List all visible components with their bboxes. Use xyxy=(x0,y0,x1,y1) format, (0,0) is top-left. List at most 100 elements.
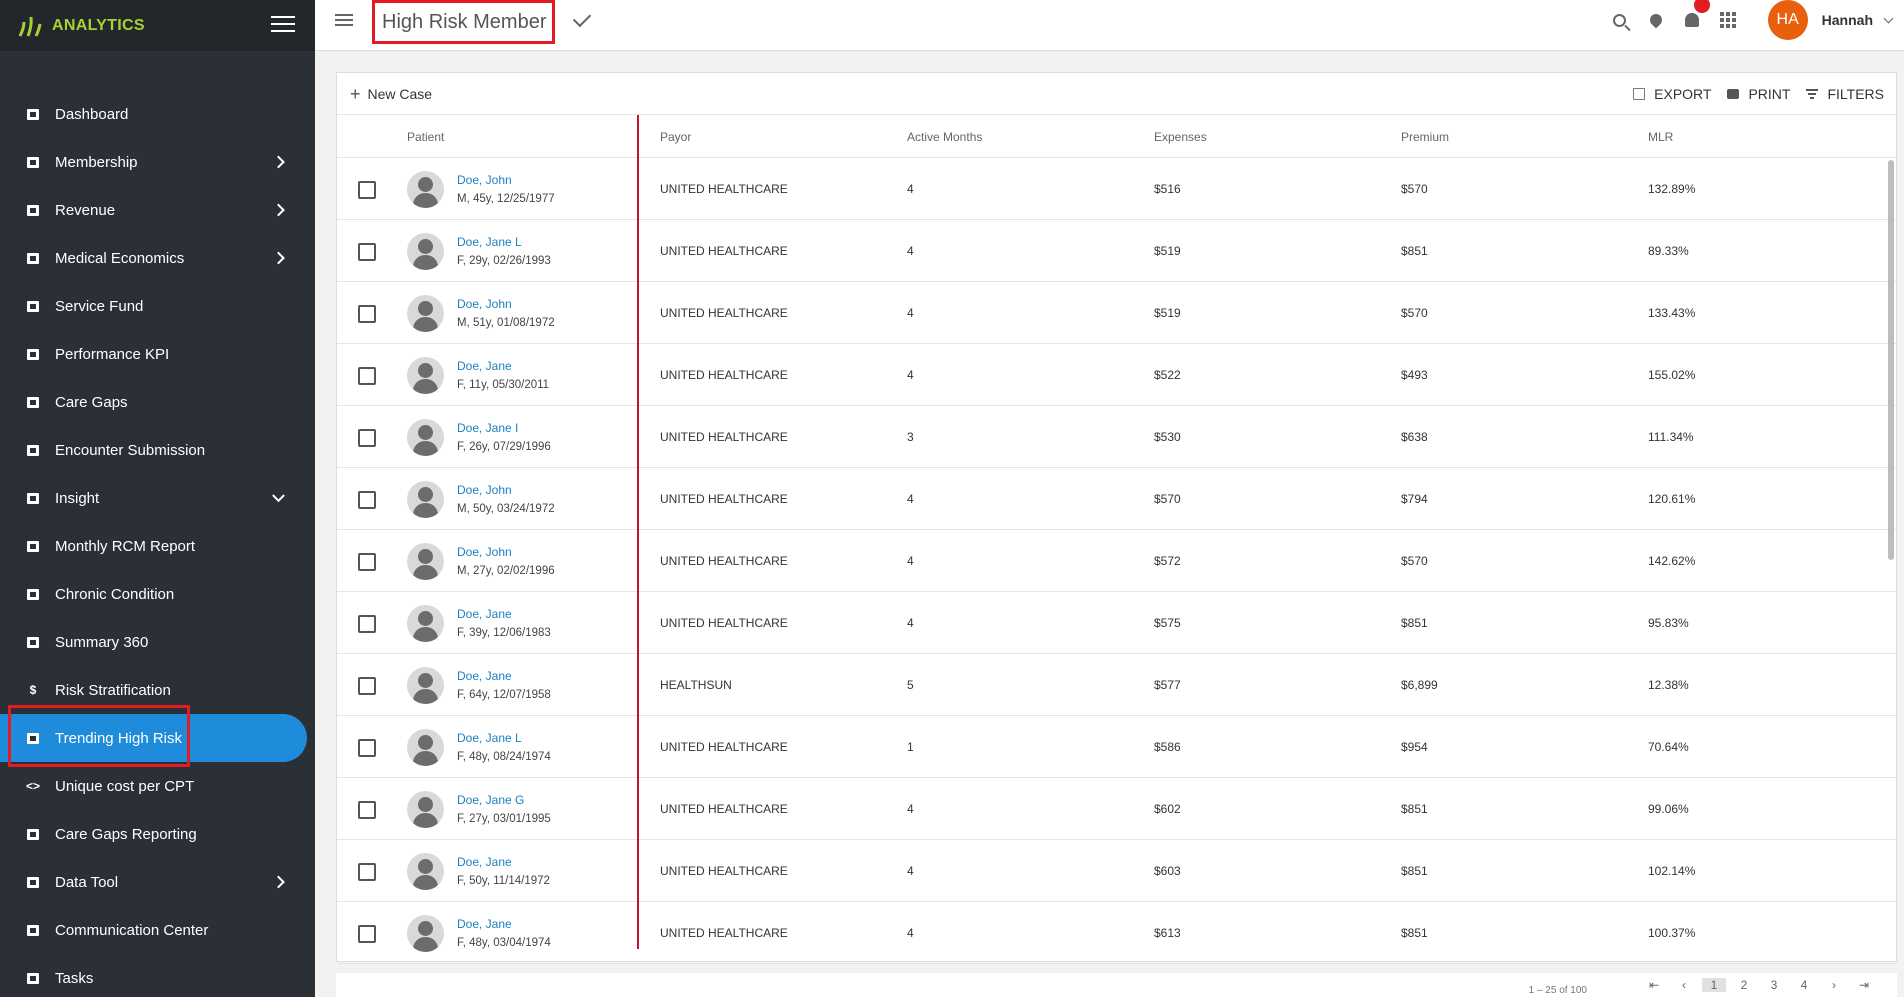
patient-name-link[interactable]: Doe, Jane L xyxy=(457,731,522,745)
table-row[interactable]: Doe, John M, 51y, 01/08/1972 UNITED HEALTH… xyxy=(337,282,1896,344)
row-checkbox[interactable] xyxy=(358,553,376,571)
patient-demographics: M, 50y, 03/24/1972 xyxy=(457,503,555,515)
patient-name-link[interactable]: Doe, Jane xyxy=(457,607,512,621)
row-checkbox[interactable] xyxy=(358,863,376,881)
patient-demographics: F, 48y, 03/04/1974 xyxy=(457,937,551,949)
page-2[interactable]: 2 xyxy=(1729,978,1759,992)
list-icon[interactable] xyxy=(335,14,353,28)
search-button[interactable] xyxy=(1605,5,1635,35)
patient-name-link[interactable]: Doe, Jane I xyxy=(457,421,518,435)
previous-page-icon[interactable]: ‹ xyxy=(1669,978,1699,992)
column-header-payor[interactable]: Payor xyxy=(660,115,691,158)
chevron-down-icon[interactable] xyxy=(1883,13,1894,23)
sidebar-item-revenue[interactable]: Revenue xyxy=(0,186,315,234)
sidebar-item-dashboard[interactable]: Dashboard xyxy=(0,90,315,138)
check-icon[interactable] xyxy=(572,8,592,28)
sidebar-item-unique-cost-per-cpt[interactable]: <> Unique cost per CPT xyxy=(0,762,315,810)
sidebar-item-chronic-condition[interactable]: Chronic Condition xyxy=(0,570,315,618)
cell-premium: $851 xyxy=(1401,244,1428,258)
patient-name-link[interactable]: Doe, Jane xyxy=(457,669,512,683)
sidebar-item-data-tool[interactable]: Data Tool xyxy=(0,858,315,906)
first-page-icon[interactable]: ⇤ xyxy=(1639,978,1669,992)
patient-name-link[interactable]: Doe, Jane G xyxy=(457,793,524,807)
row-checkbox[interactable] xyxy=(358,305,376,323)
chart-icon xyxy=(26,491,40,505)
table-row[interactable]: Doe, Jane F, 50y, 11/14/1972 UNITED HEALTH… xyxy=(337,840,1896,902)
column-header-active-months[interactable]: Active Months xyxy=(907,115,982,158)
table-row[interactable]: Doe, Jane F, 39y, 12/06/1983 UNITED HEALTH… xyxy=(337,592,1896,654)
toolbar-actions: EXPORT PRINT FILTERS xyxy=(1617,73,1896,115)
sidebar-item-communication-center[interactable]: Communication Center xyxy=(0,906,315,954)
sidebar-item-trending-high-risk[interactable]: Trending High Risk xyxy=(0,705,307,767)
sidebar-item-risk-stratification[interactable]: $ Risk Stratification xyxy=(0,666,315,714)
row-checkbox[interactable] xyxy=(358,491,376,509)
table-row[interactable]: Doe, John M, 50y, 03/24/1972 UNITED HEALTH… xyxy=(337,468,1896,530)
row-checkbox[interactable] xyxy=(358,677,376,695)
row-checkbox[interactable] xyxy=(358,367,376,385)
cell-premium: $570 xyxy=(1401,554,1428,568)
new-case-button[interactable]: + New Case xyxy=(350,85,432,103)
user-name[interactable]: Hannah xyxy=(1822,12,1873,28)
table-scrollbar[interactable] xyxy=(1888,160,1894,560)
patient-name-link[interactable]: Doe, Jane xyxy=(457,855,512,869)
sidebar-item-service-fund[interactable]: Service Fund xyxy=(0,282,315,330)
row-checkbox[interactable] xyxy=(358,925,376,943)
export-button[interactable]: EXPORT xyxy=(1633,86,1711,102)
row-checkbox[interactable] xyxy=(358,243,376,261)
row-checkbox[interactable] xyxy=(358,801,376,819)
patient-name-link[interactable]: Doe, John xyxy=(457,297,512,311)
notifications-button[interactable] xyxy=(1677,0,1710,35)
cell-expenses: $522 xyxy=(1154,368,1181,382)
menu-toggle-icon[interactable] xyxy=(271,11,295,35)
page-4[interactable]: 4 xyxy=(1789,978,1819,992)
table-row[interactable]: Doe, Jane G F, 27y, 03/01/1995 UNITED HEAL… xyxy=(337,778,1896,840)
sidebar-item-summary-360[interactable]: Summary 360 xyxy=(0,618,315,666)
column-header-premium[interactable]: Premium xyxy=(1401,115,1449,158)
table-row[interactable]: Doe, John M, 45y, 12/25/1977 UNITED HEALTH… xyxy=(337,158,1896,220)
location-button[interactable] xyxy=(1641,5,1671,35)
last-page-icon[interactable]: ⇥ xyxy=(1849,978,1879,992)
patient-name-link[interactable]: Doe, John xyxy=(457,483,512,497)
print-button[interactable]: PRINT xyxy=(1727,86,1790,102)
sidebar-item-encounter-submission[interactable]: Encounter Submission xyxy=(0,426,315,474)
sidebar-item-monthly-rcm-report[interactable]: Monthly RCM Report xyxy=(0,522,315,570)
table-row[interactable]: Doe, Jane F, 48y, 03/04/1974 UNITED HEALTH… xyxy=(337,902,1896,964)
patient-name-link[interactable]: Doe, John xyxy=(457,173,512,187)
apps-button[interactable] xyxy=(1713,5,1743,35)
column-header-mlr[interactable]: MLR xyxy=(1648,115,1673,158)
table-row[interactable]: Doe, Jane L F, 29y, 02/26/1993 UNITED HEAL… xyxy=(337,220,1896,282)
row-checkbox[interactable] xyxy=(358,615,376,633)
cell-mlr: 95.83% xyxy=(1648,616,1689,630)
user-avatar[interactable]: HA xyxy=(1767,0,1808,40)
sidebar-item-medical-economics[interactable]: Medical Economics xyxy=(0,234,315,282)
patient-name-link[interactable]: Doe, John xyxy=(457,545,512,559)
patient-name-link[interactable]: Doe, Jane xyxy=(457,917,512,931)
row-checkbox[interactable] xyxy=(358,429,376,447)
filters-button[interactable]: FILTERS xyxy=(1806,86,1884,102)
sidebar-item-care-gaps[interactable]: Care Gaps xyxy=(0,378,315,426)
next-page-icon[interactable]: › xyxy=(1819,978,1849,992)
page-1[interactable]: 1 xyxy=(1702,978,1726,992)
cell-mlr: 100.37% xyxy=(1648,926,1696,940)
sidebar-item-tasks[interactable]: Tasks xyxy=(0,954,315,997)
patient-name-link[interactable]: Doe, Jane xyxy=(457,359,512,373)
table-row[interactable]: Doe, John M, 27y, 02/02/1996 UNITED HEALTH… xyxy=(337,530,1896,592)
sidebar-item-care-gaps-reporting[interactable]: Care Gaps Reporting xyxy=(0,810,315,858)
cell-payor: UNITED HEALTHCARE xyxy=(660,926,788,940)
sidebar-item-membership[interactable]: Membership xyxy=(0,138,315,186)
sidebar-item-performance-kpi[interactable]: Performance KPI xyxy=(0,330,315,378)
row-checkbox[interactable] xyxy=(358,739,376,757)
table-row[interactable]: Doe, Jane F, 11y, 05/30/2011 UNITED HEALTH… xyxy=(337,344,1896,406)
table-row[interactable]: Doe, Jane I F, 26y, 07/29/1996 UNITED HEAL… xyxy=(337,406,1896,468)
table-row[interactable]: Doe, Jane F, 64y, 12/07/1958 HEALTHSUN 5 $57… xyxy=(337,654,1896,716)
column-header-patient[interactable]: Patient xyxy=(407,115,444,158)
row-checkbox[interactable] xyxy=(358,181,376,199)
page-3[interactable]: 3 xyxy=(1759,978,1789,992)
cell-payor: UNITED HEALTHCARE xyxy=(660,554,788,568)
column-header-expenses[interactable]: Expenses xyxy=(1154,115,1207,158)
filter-icon xyxy=(1806,89,1819,99)
cell-months: 4 xyxy=(907,182,914,196)
patient-name-link[interactable]: Doe, Jane L xyxy=(457,235,522,249)
sidebar-item-insight[interactable]: Insight xyxy=(0,474,315,522)
table-row[interactable]: Doe, Jane L F, 48y, 08/24/1974 UNITED HEAL… xyxy=(337,716,1896,778)
